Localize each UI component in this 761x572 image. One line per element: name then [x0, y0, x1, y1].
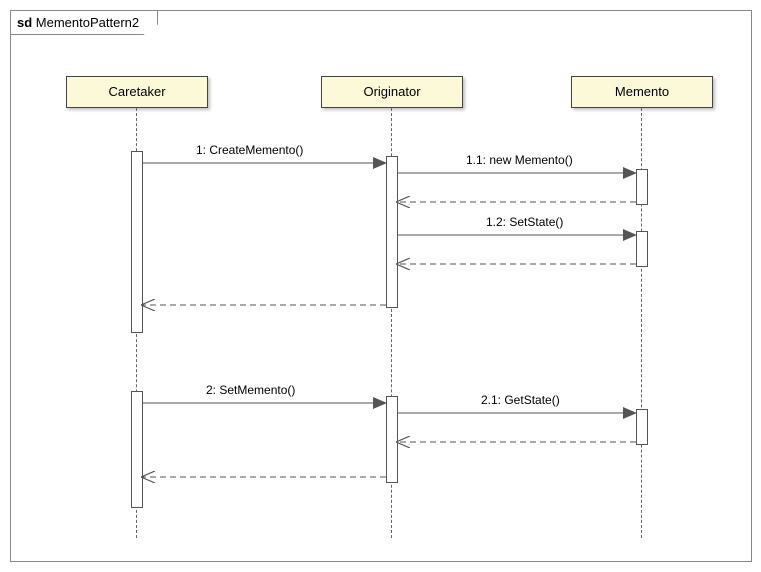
frame-prefix: sd: [17, 15, 32, 30]
message-arrow: [142, 159, 386, 167]
lifeline-head-originator: Originator: [321, 76, 463, 108]
return-arrow: [397, 260, 636, 268]
return-arrow: [397, 438, 636, 446]
return-arrow: [142, 473, 386, 481]
lifeline-head-memento: Memento: [571, 76, 713, 108]
return-arrow: [142, 301, 386, 309]
message-arrow: [397, 169, 636, 177]
activation-caretaker-2: [131, 391, 143, 508]
sequence-diagram-frame: sd MementoPattern2 Caretaker Originator …: [10, 10, 752, 562]
message-arrow: [397, 409, 636, 417]
message-label: 1.1: new Memento(): [466, 153, 573, 167]
message-label: 2: SetMemento(): [206, 383, 295, 397]
activation-memento-2: [636, 231, 648, 267]
return-arrow: [397, 198, 636, 206]
message-arrow: [142, 399, 386, 407]
participant-label: Caretaker: [108, 84, 165, 99]
message-label: 2.1: GetState(): [481, 393, 560, 407]
message-arrow: [397, 231, 636, 239]
message-label: 1.2: SetState(): [486, 215, 563, 229]
lifeline-head-caretaker: Caretaker: [66, 76, 208, 108]
activation-memento-1: [636, 169, 648, 205]
activation-memento-3: [636, 409, 648, 445]
frame-label: sd MementoPattern2: [11, 11, 158, 35]
message-label: 1: CreateMemento(): [196, 143, 303, 157]
participant-label: Originator: [363, 84, 420, 99]
frame-name: MementoPattern2: [36, 15, 139, 30]
participant-label: Memento: [615, 84, 669, 99]
